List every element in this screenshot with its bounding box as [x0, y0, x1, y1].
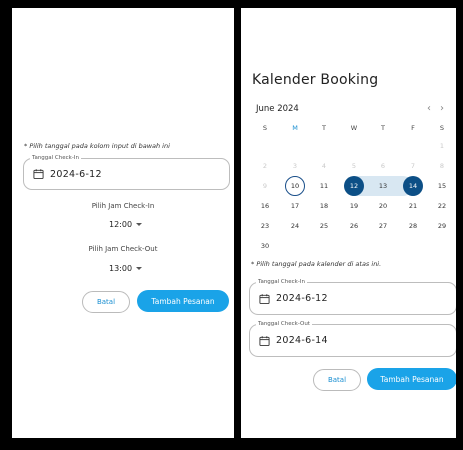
calendar-day[interactable]: 18	[314, 196, 334, 216]
checkin-time-value: 12:00	[109, 220, 133, 229]
calendar-month-label: June 2024	[256, 104, 299, 114]
calendar-day[interactable]: 25	[314, 216, 334, 236]
calendar-instruction-note: * Pilih tanggal pada kalender di atas in…	[251, 260, 382, 268]
calendar-day[interactable]: 8	[432, 156, 452, 176]
weekday-thursday: T	[381, 124, 385, 132]
weekday-friday: F	[411, 124, 415, 132]
booking-form-screen: * Pilih tanggal pada kolom input di bawa…	[12, 8, 234, 438]
weekday-saturday: S	[439, 124, 445, 132]
calendar-day[interactable]: 11	[314, 176, 334, 196]
calendar-day[interactable]: 27	[373, 216, 393, 236]
checkin-time-select[interactable]: 12:00	[109, 220, 143, 229]
weekday-sunday: S	[262, 124, 268, 132]
calendar-icon	[33, 169, 44, 180]
checkin-time-label: Pilih Jam Check-In	[91, 202, 155, 210]
calendar-day-in-range[interactable]: 13	[373, 176, 393, 196]
weekday-wednesday: W	[350, 124, 358, 132]
calendar-day[interactable]: 29	[432, 216, 452, 236]
add-order-button[interactable]: Tambah Pesanan	[367, 368, 456, 390]
calendar-day-checkout[interactable]: 14	[403, 176, 423, 196]
calendar-day[interactable]: 6	[373, 156, 393, 176]
calendar-day[interactable]: 17	[285, 196, 305, 216]
add-order-button[interactable]: Tambah Pesanan	[137, 290, 229, 312]
next-month-button[interactable]: ›	[440, 103, 444, 114]
calendar-icon	[259, 293, 270, 304]
calendar-icon	[259, 335, 270, 346]
calendar-day[interactable]: 9	[255, 176, 275, 196]
calendar-day-today[interactable]: 10	[285, 176, 305, 196]
cancel-button[interactable]: Batal	[313, 369, 361, 391]
checkout-time-select[interactable]: 13:00	[109, 264, 143, 273]
calendar-day[interactable]: 4	[314, 156, 334, 176]
chevron-down-icon	[136, 267, 143, 270]
calendar-day[interactable]: 3	[285, 156, 305, 176]
checkin-date-value: 2024-6-12	[50, 168, 102, 180]
chevron-down-icon	[136, 223, 143, 226]
calendar-day[interactable]: 26	[344, 216, 364, 236]
checkin-date-field[interactable]: Tanggal Check-In 2024-6-12	[23, 154, 230, 190]
checkout-time-label: Pilih Jam Check-Out	[88, 245, 158, 253]
checkin-date-field[interactable]: Tanggal Check-In 2024-6-12	[249, 278, 456, 315]
calendar-day[interactable]: 1	[432, 136, 452, 156]
checkin-date-value: 2024-6-12	[276, 293, 328, 304]
calendar-day[interactable]: 7	[403, 156, 423, 176]
booking-calendar-screen: Kalender Booking June 2024 ‹ › S M T W T…	[241, 8, 456, 438]
calendar-day[interactable]: 16	[255, 196, 275, 216]
weekday-monday: M	[292, 124, 298, 132]
calendar-day[interactable]: 15	[432, 176, 452, 196]
cancel-button[interactable]: Batal	[82, 291, 130, 313]
calendar-day[interactable]: 19	[344, 196, 364, 216]
checkout-date-field[interactable]: Tanggal Check-Out 2024-6-14	[249, 320, 456, 357]
calendar-day[interactable]: 23	[255, 216, 275, 236]
prev-month-button[interactable]: ‹	[427, 103, 431, 114]
calendar-day[interactable]: 2	[255, 156, 275, 176]
weekday-tuesday: T	[322, 124, 326, 132]
calendar-day[interactable]: 21	[403, 196, 423, 216]
calendar-day[interactable]: 28	[403, 216, 423, 236]
calendar-day[interactable]: 5	[344, 156, 364, 176]
calendar-day[interactable]: 30	[255, 236, 275, 256]
calendar-day-checkin[interactable]: 12	[344, 176, 364, 196]
checkout-date-value: 2024-6-14	[276, 335, 328, 346]
calendar-day[interactable]: 24	[285, 216, 305, 236]
calendar-day[interactable]: 22	[432, 196, 452, 216]
input-instruction-note: * Pilih tanggal pada kolom input di bawa…	[24, 142, 170, 150]
checkout-time-value: 13:00	[109, 264, 133, 273]
page-title: Kalender Booking	[252, 72, 379, 88]
calendar-day[interactable]: 20	[373, 196, 393, 216]
